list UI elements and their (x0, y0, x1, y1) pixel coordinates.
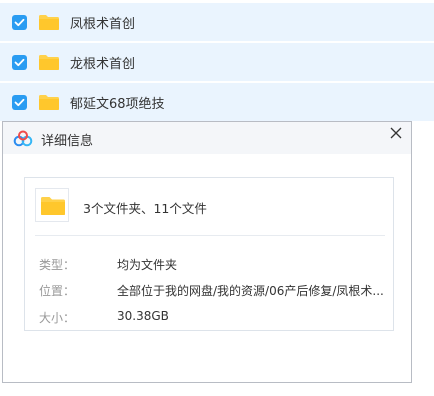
location-value: 全部位于我的网盘/我的资源/06产后修复/凤根术... (117, 284, 384, 298)
dialog-header: 详细信息 (3, 122, 411, 154)
folder-icon (39, 14, 59, 30)
details-dialog: 详细信息 3个文件夹、11个文件 类型： 均为文件夹 位置： 全部位于我的网盘/… (2, 121, 412, 383)
check-icon (14, 58, 25, 66)
list-item[interactable]: 郁延文68项绝技 (0, 83, 434, 121)
size-label: 大小： (39, 311, 76, 325)
size-value: 30.38GB (117, 309, 169, 323)
type-label: 类型： (39, 258, 76, 272)
dialog-title: 详细信息 (41, 134, 94, 149)
file-name[interactable]: 龙根术首创 (70, 53, 135, 72)
checkbox[interactable] (12, 54, 27, 70)
folder-icon (39, 94, 59, 110)
divider (35, 235, 385, 236)
check-icon (14, 18, 25, 26)
check-icon (14, 98, 25, 106)
baidu-cloud-logo-icon (13, 130, 33, 147)
folder-thumbnail (35, 188, 69, 222)
close-icon[interactable] (389, 126, 403, 140)
list-item[interactable]: 龙根术首创 (0, 43, 434, 81)
location-label: 位置： (39, 284, 76, 298)
file-name[interactable]: 凤根术首创 (70, 13, 135, 32)
file-name[interactable]: 郁延文68项绝技 (70, 93, 165, 112)
info-panel: 3个文件夹、11个文件 类型： 均为文件夹 位置： 全部位于我的网盘/我的资源/… (24, 177, 394, 331)
list-item[interactable]: 凤根术首创 (0, 3, 434, 41)
checkbox[interactable] (12, 94, 27, 110)
type-value: 均为文件夹 (117, 258, 178, 272)
folder-icon (41, 197, 65, 215)
checkbox[interactable] (12, 14, 27, 30)
folder-icon (39, 54, 59, 70)
selection-summary: 3个文件夹、11个文件 (83, 201, 207, 216)
